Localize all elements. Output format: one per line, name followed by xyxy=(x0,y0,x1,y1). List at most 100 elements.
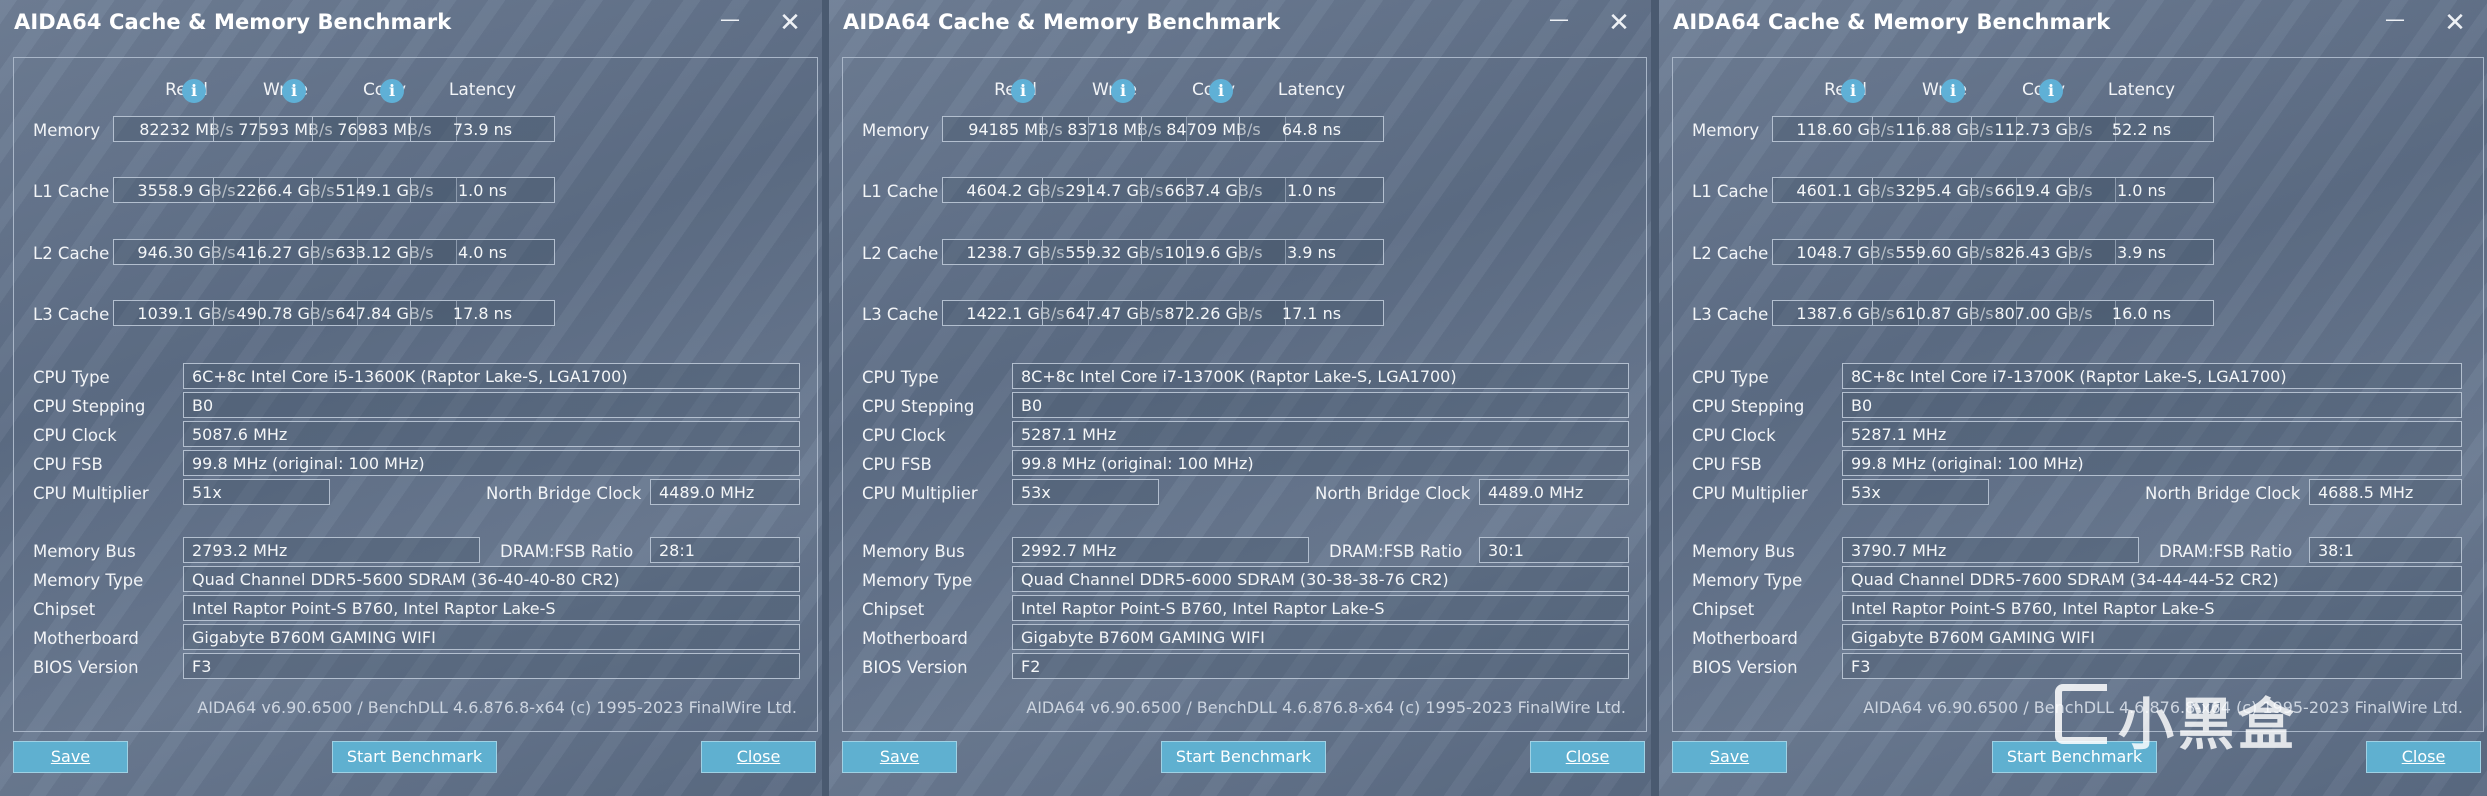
memory-type-label: Memory Type xyxy=(33,571,144,590)
motherboard-label: Motherboard xyxy=(862,629,968,648)
memory-latency-value: 64.8 ns xyxy=(1239,116,1384,142)
close-button[interactable]: Close xyxy=(701,741,816,773)
save-button[interactable]: Save xyxy=(1672,741,1787,773)
memory-bus-value: 2793.2 MHz xyxy=(183,537,480,563)
memory-latency-value: 52.2 ns xyxy=(2069,116,2214,142)
save-button[interactable]: Save xyxy=(842,741,957,773)
north-bridge-clock-value: 4489.0 MHz xyxy=(1479,479,1629,505)
info-icon[interactable]: i xyxy=(1111,79,1135,103)
info-icon[interactable]: i xyxy=(1011,79,1035,103)
cpu-fsb-value: 99.8 MHz (original: 100 MHz) xyxy=(183,450,800,476)
cpu-clock-label: CPU Clock xyxy=(33,426,117,445)
minimize-icon[interactable]: — xyxy=(710,6,750,40)
motherboard-value: Gigabyte B760M GAMING WIFI xyxy=(183,624,800,650)
l3-latency-value: 17.8 ns xyxy=(410,300,555,326)
chipset-label: Chipset xyxy=(862,600,925,619)
cpu-stepping-label: CPU Stepping xyxy=(862,397,975,416)
cpu-clock-label: CPU Clock xyxy=(862,426,946,445)
row-label-l3: L3 Cache xyxy=(862,305,939,324)
row-label-l1: L1 Cache xyxy=(33,182,110,201)
window-title: AIDA64 Cache & Memory Benchmark xyxy=(14,10,452,34)
row-label-l1: L1 Cache xyxy=(862,182,939,201)
row-label-l2: L2 Cache xyxy=(33,244,110,263)
close-icon[interactable]: ✕ xyxy=(1599,6,1639,40)
motherboard-value: Gigabyte B760M GAMING WIFI xyxy=(1842,624,2462,650)
cpu-clock-value: 5287.1 MHz xyxy=(1842,421,2462,447)
info-icon[interactable]: i xyxy=(2039,79,2063,103)
close-icon[interactable]: ✕ xyxy=(2435,6,2475,40)
benchmark-window-2: AIDA64 Cache & Memory Benchmark — ✕ Read… xyxy=(829,0,1651,796)
memory-bus-label: Memory Bus xyxy=(862,542,965,561)
start-benchmark-button[interactable]: Start Benchmark xyxy=(1161,741,1326,773)
l3-latency-value: 17.1 ns xyxy=(1239,300,1384,326)
cpu-fsb-label: CPU FSB xyxy=(1692,455,1762,474)
l1-latency-value: 1.0 ns xyxy=(2069,177,2214,203)
close-button[interactable]: Close xyxy=(2366,741,2481,773)
cpu-clock-value: 5287.1 MHz xyxy=(1012,421,1629,447)
cpu-multiplier-value: 51x xyxy=(183,479,330,505)
dram-fsb-ratio-label: DRAM:FSB Ratio xyxy=(1329,542,1463,561)
window-title: AIDA64 Cache & Memory Benchmark xyxy=(843,10,1281,34)
dram-fsb-ratio-value: 28:1 xyxy=(650,537,800,563)
chipset-value: Intel Raptor Point-S B760, Intel Raptor … xyxy=(1012,595,1629,621)
results-panel: Read i Write i Copy i Latency Memory 822… xyxy=(13,57,818,732)
cpu-type-label: CPU Type xyxy=(33,368,110,387)
info-icon[interactable]: i xyxy=(1841,79,1865,103)
north-bridge-clock-value: 4489.0 MHz xyxy=(650,479,800,505)
bios-version-label: BIOS Version xyxy=(1692,658,1798,677)
results-panel: Read i Write i Copy i Latency Memory 941… xyxy=(842,57,1647,732)
row-label-memory: Memory xyxy=(1692,121,1760,140)
memory-type-value: Quad Channel DDR5-7600 SDRAM (34-44-44-5… xyxy=(1842,566,2462,592)
north-bridge-clock-label: North Bridge Clock xyxy=(486,484,642,503)
chipset-value: Intel Raptor Point-S B760, Intel Raptor … xyxy=(183,595,800,621)
north-bridge-clock-label: North Bridge Clock xyxy=(1315,484,1471,503)
chipset-label: Chipset xyxy=(33,600,96,619)
watermark-text: 小黑盒 xyxy=(2118,693,2298,758)
row-label-l3: L3 Cache xyxy=(33,305,110,324)
info-icon[interactable]: i xyxy=(380,79,404,103)
memory-type-label: Memory Type xyxy=(1692,571,1803,590)
benchmark-window-3: AIDA64 Cache & Memory Benchmark — ✕ Read… xyxy=(1659,0,2487,796)
copyright-footer: AIDA64 v6.90.6500 / BenchDLL 4.6.876.8-x… xyxy=(197,698,797,717)
north-bridge-clock-label: North Bridge Clock xyxy=(2145,484,2301,503)
memory-bus-value: 2992.7 MHz xyxy=(1012,537,1309,563)
bios-version-value: F2 xyxy=(1012,653,1629,679)
start-benchmark-button[interactable]: Start Benchmark xyxy=(332,741,497,773)
memory-bus-value: 3790.7 MHz xyxy=(1842,537,2139,563)
memory-bus-label: Memory Bus xyxy=(1692,542,1795,561)
minimize-icon[interactable]: — xyxy=(2375,6,2415,40)
cpu-multiplier-label: CPU Multiplier xyxy=(33,484,149,503)
bios-version-label: BIOS Version xyxy=(33,658,139,677)
dram-fsb-ratio-value: 30:1 xyxy=(1479,537,1629,563)
motherboard-label: Motherboard xyxy=(33,629,139,648)
memory-type-value: Quad Channel DDR5-6000 SDRAM (30-38-38-7… xyxy=(1012,566,1629,592)
cpu-type-label: CPU Type xyxy=(1692,368,1769,387)
cpu-type-value: 8C+8c Intel Core i7-13700K (Raptor Lake-… xyxy=(1842,363,2462,389)
info-icon[interactable]: i xyxy=(182,79,206,103)
info-icon[interactable]: i xyxy=(1209,79,1233,103)
dram-fsb-ratio-label: DRAM:FSB Ratio xyxy=(500,542,634,561)
minimize-icon[interactable]: — xyxy=(1539,6,1579,40)
dram-fsb-ratio-value: 38:1 xyxy=(2309,537,2462,563)
cpu-type-label: CPU Type xyxy=(862,368,939,387)
close-icon[interactable]: ✕ xyxy=(770,6,810,40)
row-label-l1: L1 Cache xyxy=(1692,182,1769,201)
copyright-footer: AIDA64 v6.90.6500 / BenchDLL 4.6.876.8-x… xyxy=(1026,698,1626,717)
save-button[interactable]: Save xyxy=(13,741,128,773)
l2-latency-value: 4.0 ns xyxy=(410,239,555,265)
cpu-stepping-value: B0 xyxy=(1842,392,2462,418)
memory-type-value: Quad Channel DDR5-5600 SDRAM (36-40-40-8… xyxy=(183,566,800,592)
chipset-label: Chipset xyxy=(1692,600,1755,619)
info-icon[interactable]: i xyxy=(282,79,306,103)
cpu-fsb-label: CPU FSB xyxy=(862,455,932,474)
results-panel: Read i Write i Copy i Latency Memory 118… xyxy=(1672,57,2484,732)
l3-latency-value: 16.0 ns xyxy=(2069,300,2214,326)
memory-type-label: Memory Type xyxy=(862,571,973,590)
close-button[interactable]: Close xyxy=(1530,741,1645,773)
row-label-l2: L2 Cache xyxy=(1692,244,1769,263)
header-latency: Latency xyxy=(1277,80,1346,100)
l1-latency-value: 1.0 ns xyxy=(1239,177,1384,203)
bios-version-value: F3 xyxy=(183,653,800,679)
header-latency: Latency xyxy=(2107,80,2176,100)
info-icon[interactable]: i xyxy=(1941,79,1965,103)
